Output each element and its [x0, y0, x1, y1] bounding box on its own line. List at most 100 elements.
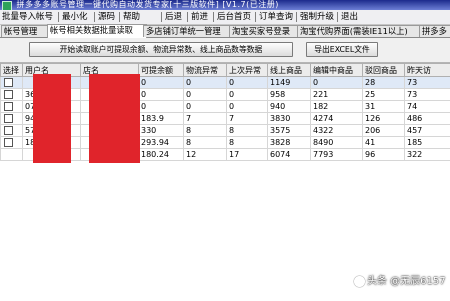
menu-minimize[interactable]: 最小化 [62, 11, 88, 23]
tab-multi-shop-orders[interactable]: 多店铺订单统一管理 [143, 25, 233, 37]
row-checkbox[interactable] [4, 102, 13, 111]
menu-separator [213, 12, 214, 22]
rejected-goods-cell: 206 [363, 125, 405, 137]
online-goods-cell: 958 [268, 89, 311, 101]
withdrawable-cell: 0 [139, 89, 184, 101]
menu-separator [296, 12, 297, 22]
online-goods-cell: 3828 [268, 137, 311, 149]
row-checkbox-cell[interactable] [1, 125, 23, 137]
last-error-cell: 0 [227, 101, 268, 113]
rejected-goods-cell: 25 [363, 89, 405, 101]
online-goods-cell: 940 [268, 101, 311, 113]
logistics-error-cell: 0 [184, 101, 227, 113]
online-goods-cell: 1149 [268, 77, 311, 89]
withdrawable-cell: 0 [139, 101, 184, 113]
window-title: 拼多多多账号管理一键代购自动发货专家[十三版软件] [V1.7(已注册) [17, 0, 279, 10]
editing-goods-cell: 7793 [311, 149, 363, 161]
tab-account-management[interactable]: 帐号管理 [1, 25, 51, 37]
menu-separator [161, 12, 162, 22]
column-header-rejected-goods[interactable]: 驳回商品 [363, 64, 405, 77]
column-header-select[interactable]: 选择 [1, 64, 23, 77]
redaction-block-username [33, 74, 71, 163]
row-checkbox[interactable] [4, 90, 13, 99]
online-goods-cell: 6074 [268, 149, 311, 161]
yesterday-visits-cell: 185 [405, 137, 450, 149]
tab-strip: 帐号管理 帐号相关数据批量读取 多店铺订单统一管理 淘宝买家号登录 淘宝代购界面… [0, 25, 450, 38]
logistics-error-cell: 8 [184, 125, 227, 137]
menu-forward[interactable]: 前进 [191, 11, 208, 23]
row-checkbox[interactable] [4, 138, 13, 147]
title-bar: 拼多多多账号管理一键代购自动发货专家[十三版软件] [V1.7(已注册) [0, 0, 450, 10]
rejected-goods-cell: 41 [363, 137, 405, 149]
withdrawable-cell: 293.94 [139, 137, 184, 149]
menu-source[interactable]: 源码 [98, 11, 115, 23]
tab-taobao-purchase[interactable]: 淘宝代购界面(需装IE11以上) [297, 25, 423, 37]
start-read-button[interactable]: 开始读取账户可提现余额、物流异常数、线上商品数等数据 [29, 42, 293, 57]
menu-separator [337, 12, 338, 22]
column-header-logistics-error[interactable]: 物流异常 [184, 64, 227, 77]
menu-order-query[interactable]: 订单查询 [259, 11, 293, 23]
yesterday-visits-cell: 457 [405, 125, 450, 137]
export-excel-button[interactable]: 导出EXCEL文件 [306, 42, 378, 57]
redaction-block-shop-name [89, 74, 140, 163]
menu-batch-import[interactable]: 批量导入帐号 [2, 11, 53, 23]
editing-goods-cell: 8490 [311, 137, 363, 149]
logistics-error-cell: 0 [184, 89, 227, 101]
logistics-error-cell: 8 [184, 137, 227, 149]
watermark: 头条 @无辰6157 [354, 272, 446, 287]
editing-goods-cell: 4322 [311, 125, 363, 137]
row-checkbox[interactable] [4, 114, 13, 123]
last-error-cell: 7 [227, 113, 268, 125]
online-goods-cell: 3575 [268, 125, 311, 137]
menu-separator [94, 12, 95, 22]
column-header-withdrawable[interactable]: 可提余额 [139, 64, 184, 77]
tab-taobao-buyer-login[interactable]: 淘宝买家号登录 [229, 25, 301, 37]
last-error-cell: 0 [227, 89, 268, 101]
toolbar: 开始读取账户可提现余额、物流异常数、线上商品数等数据 导出EXCEL文件 [0, 38, 450, 60]
last-error-cell: 8 [227, 125, 268, 137]
menu-bar: 批量导入帐号 最小化 源码 帮助 后退 前进 后台首页 订单查询 强制升级 退出 [0, 10, 450, 25]
row-checkbox-cell[interactable] [1, 137, 23, 149]
rejected-goods-cell: 31 [363, 101, 405, 113]
yesterday-visits-cell: 486 [405, 113, 450, 125]
menu-separator [58, 12, 59, 22]
editing-goods-cell: 221 [311, 89, 363, 101]
column-header-last-error[interactable]: 上次异常 [227, 64, 268, 77]
tab-pinduoduo[interactable]: 拼多多 [419, 25, 450, 37]
yesterday-visits-cell: 322 [405, 149, 450, 161]
yesterday-visits-cell: 74 [405, 101, 450, 113]
withdrawable-cell: 0 [139, 77, 184, 89]
row-checkbox-cell[interactable] [1, 101, 23, 113]
menu-force-upgrade[interactable]: 强制升级 [300, 11, 334, 23]
row-checkbox-cell[interactable] [1, 113, 23, 125]
rejected-goods-cell: 126 [363, 113, 405, 125]
column-header-yesterday-visits[interactable]: 昨天访 [405, 64, 450, 77]
row-checkbox[interactable] [4, 78, 13, 87]
editing-goods-cell: 182 [311, 101, 363, 113]
online-goods-cell: 3830 [268, 113, 311, 125]
logistics-error-cell: 12 [184, 149, 227, 161]
camera-icon [354, 276, 365, 287]
withdrawable-cell: 180.24 [139, 149, 184, 161]
last-error-cell: 8 [227, 137, 268, 149]
row-checkbox-cell[interactable] [1, 77, 23, 89]
row-checkbox-cell[interactable] [1, 149, 23, 161]
menu-separator [119, 12, 120, 22]
menu-help[interactable]: 帮助 [123, 11, 140, 23]
row-checkbox[interactable] [4, 126, 13, 135]
editing-goods-cell: 0 [311, 77, 363, 89]
last-error-cell: 17 [227, 149, 268, 161]
menu-exit[interactable]: 退出 [341, 11, 358, 23]
row-checkbox-cell[interactable] [1, 89, 23, 101]
logistics-error-cell: 0 [184, 77, 227, 89]
rejected-goods-cell: 96 [363, 149, 405, 161]
column-header-online-goods[interactable]: 线上商品 [268, 64, 311, 77]
tab-batch-read[interactable]: 帐号相关数据批量读取 [47, 24, 147, 38]
menu-back[interactable]: 后退 [165, 11, 182, 23]
yesterday-visits-cell: 73 [405, 89, 450, 101]
menu-separator [187, 12, 188, 22]
menu-admin-home[interactable]: 后台首页 [217, 11, 251, 23]
menu-separator [255, 12, 256, 22]
rejected-goods-cell: 28 [363, 77, 405, 89]
column-header-editing-goods[interactable]: 编辑中商品 [311, 64, 363, 77]
